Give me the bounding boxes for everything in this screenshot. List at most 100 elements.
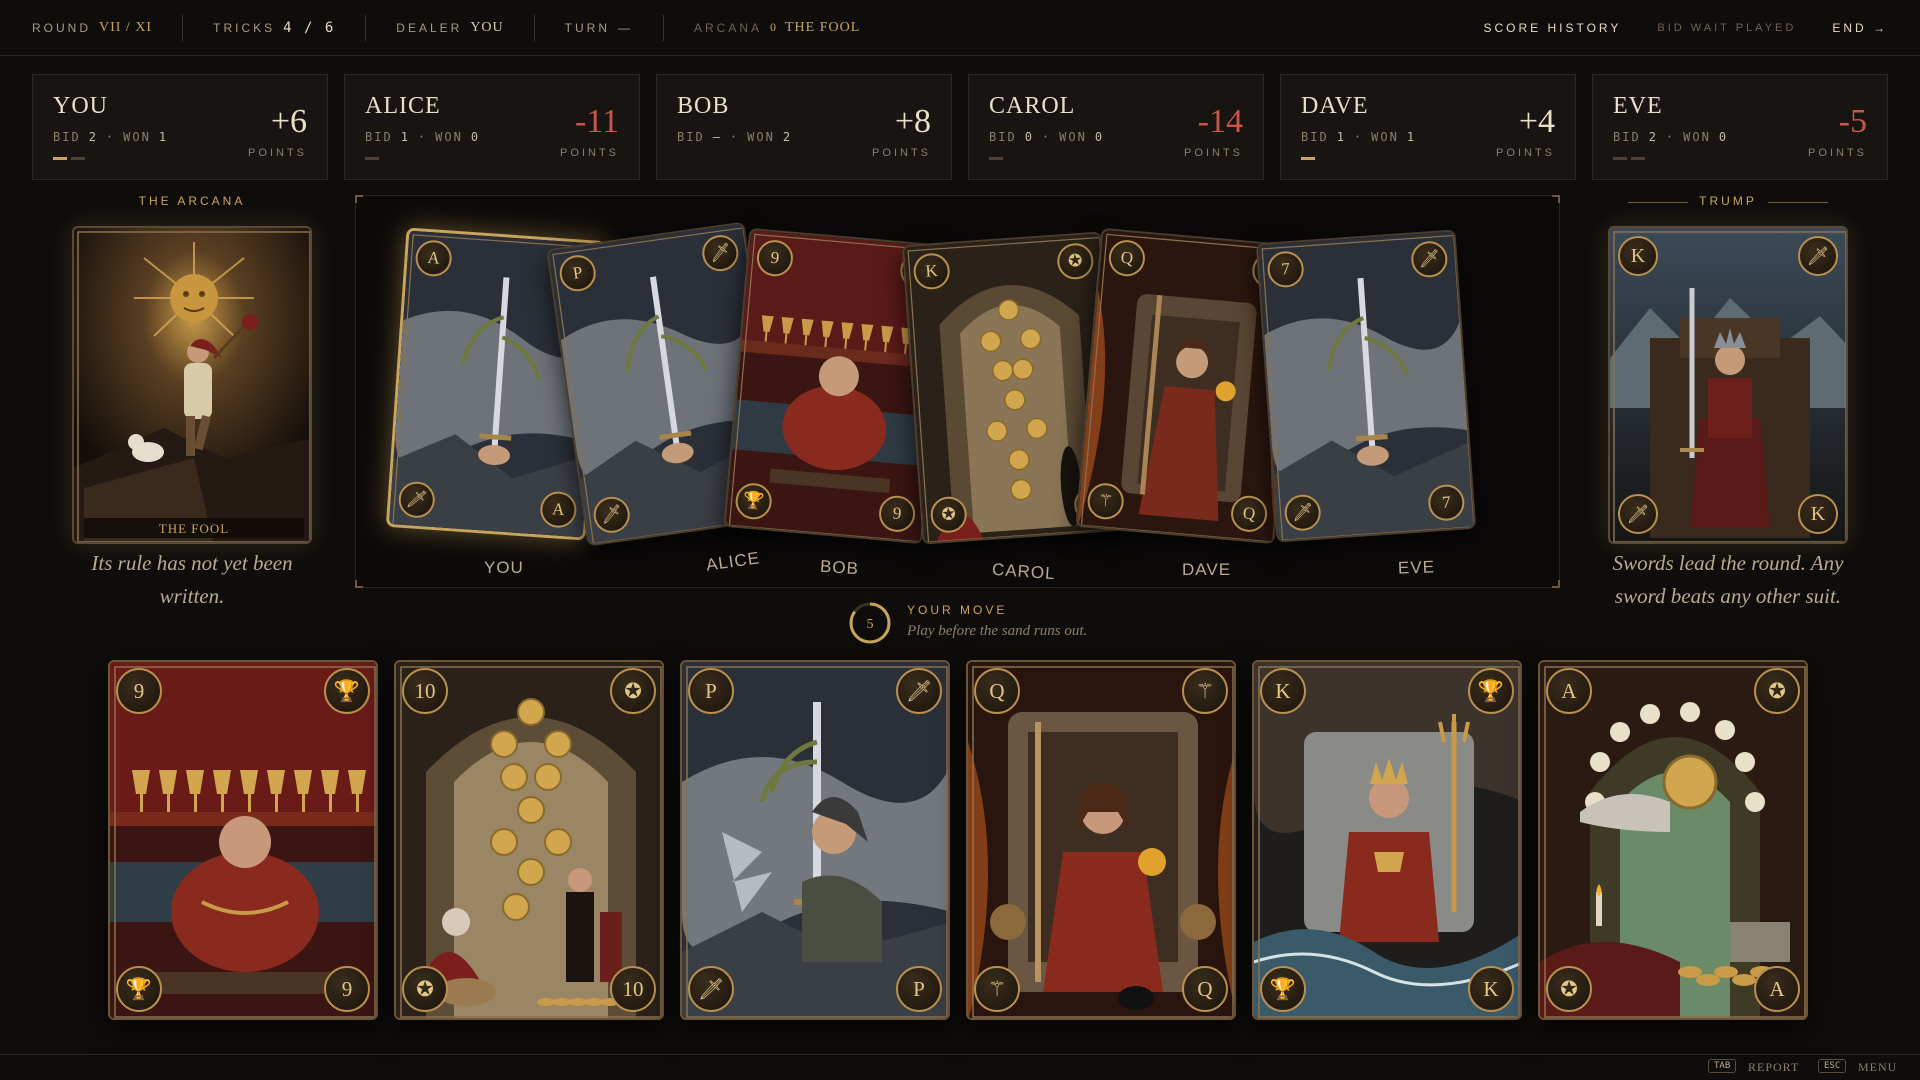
corner-ornament: [1552, 580, 1560, 588]
player-name: EVE: [1613, 93, 1663, 119]
bid-label: BID: [989, 130, 1017, 144]
tricks-indicator: TRICKS 4 / 6: [182, 14, 365, 41]
cup-icon: 🏆: [1260, 966, 1306, 1012]
player-stats: BID 1 · WON 1: [1301, 130, 1555, 144]
bid-progress: [1613, 157, 1645, 160]
bid-progress: [1301, 157, 1315, 160]
your-move-subtitle: Play before the sand runs out.: [907, 623, 1088, 639]
bid-value: —: [712, 130, 722, 144]
stat-separator: ·: [1041, 130, 1052, 144]
player-card: EVE BID 2 · WON 0 -5 POINTS: [1592, 74, 1888, 180]
wand-icon: ⚚: [974, 966, 1020, 1012]
player-stats: BID — · WON 2: [677, 130, 931, 144]
bid-pip: [365, 157, 379, 160]
hand-card[interactable]: A ✪ ✪ A: [1538, 660, 1808, 1020]
trump-rule-left: [1628, 202, 1688, 203]
queen-of-wands-illustration: [968, 662, 1234, 1018]
arcana-label: ARCANA: [693, 20, 762, 35]
bid-value: 1: [400, 130, 410, 144]
card-rank: 9: [324, 966, 370, 1012]
hourglass-timer: 5: [849, 602, 891, 644]
card-rank: 10: [610, 966, 656, 1012]
esc-key-hint[interactable]: ESC: [1818, 1059, 1847, 1073]
hand-card[interactable]: P 🗡 🗡 P: [680, 660, 950, 1020]
bid-progress: [365, 157, 379, 160]
card-rank: Q: [974, 668, 1020, 714]
played-by-label: BOB: [819, 556, 860, 579]
hand-card[interactable]: Q ⚚ ⚚ Q: [966, 660, 1236, 1020]
report-label[interactable]: REPORT: [1748, 1060, 1799, 1075]
stat-separator: ·: [1353, 130, 1364, 144]
phase-status: BID WAIT PLAYED: [1657, 21, 1797, 34]
end-button[interactable]: END →: [1832, 21, 1888, 35]
won-value: 0: [470, 130, 481, 144]
top-bar-actions: SCORE HISTORY BID WAIT PLAYED END →: [1483, 21, 1888, 35]
sword-icon: 🗡: [1798, 236, 1838, 276]
round-label: ROUND: [32, 20, 91, 35]
bid-progress: [53, 157, 85, 160]
arcana-caption: Its rule has not yet been written.: [91, 551, 293, 608]
sword-icon: 🗡: [688, 966, 734, 1012]
arcana-card-name: THE FOOL: [159, 521, 229, 536]
turn-indicator: TURN —: [533, 14, 663, 41]
trump-caption: Swords lead the round. Any sword beats a…: [1612, 551, 1844, 608]
player-score: -5: [1838, 103, 1867, 140]
card-rank: A: [1546, 668, 1592, 714]
hand-card[interactable]: K 🏆 🏆 K: [1252, 660, 1522, 1020]
player-score: +4: [1518, 103, 1555, 140]
bid-pip: [71, 157, 85, 160]
fool-illustration: THE FOOL: [74, 228, 310, 542]
arcana-number: 0: [770, 20, 777, 34]
corner-ornament: [1552, 195, 1560, 203]
points-label: POINTS: [560, 147, 619, 159]
points-label: POINTS: [1808, 147, 1867, 159]
cup-icon: 🏆: [1468, 668, 1514, 714]
your-move-title: YOUR MOVE: [907, 603, 1008, 617]
page-of-swords-illustration: [682, 662, 948, 1018]
cup-icon: 🏆: [116, 966, 162, 1012]
round-indicator: ROUND VII / XI: [32, 15, 182, 41]
won-value: 2: [782, 130, 793, 144]
hand-card[interactable]: 9 🏆 🏆 9: [108, 660, 378, 1020]
tricks-label: TRICKS: [213, 20, 276, 35]
points-label: POINTS: [248, 147, 307, 159]
round-value: VII / XI: [99, 19, 153, 35]
arcana-title: THE ARCANA: [138, 194, 246, 208]
bid-value: 2: [1648, 130, 1658, 144]
arcana-card[interactable]: THE FOOL: [72, 226, 312, 544]
played-by-label: DAVE: [1182, 560, 1232, 579]
bid-label: BID: [1613, 130, 1641, 144]
player-name: DAVE: [1301, 93, 1369, 119]
cup-icon: 🏆: [324, 668, 370, 714]
won-value: 0: [1094, 130, 1105, 144]
played-by-label: EVE: [1397, 557, 1436, 578]
arcana-name: THE FOOL: [785, 19, 861, 35]
won-value: 1: [158, 130, 169, 144]
timer-value: 5: [867, 617, 874, 632]
player-card: CAROL BID 0 · WON 0 -14 POINTS: [968, 74, 1264, 180]
trump-card[interactable]: K 🗡 🗡 K: [1608, 226, 1848, 544]
player-stats: BID 2 · WON 0: [1613, 130, 1867, 144]
player-card: ALICE BID 1 · WON 0 -11 POINTS: [344, 74, 640, 180]
bid-pip: [989, 157, 1003, 160]
player-card: DAVE BID 1 · WON 1 +4 POINTS: [1280, 74, 1576, 180]
played-by-label: YOU: [484, 558, 524, 577]
score-history-button[interactable]: SCORE HISTORY: [1483, 21, 1621, 35]
card-rank: P: [688, 668, 734, 714]
won-label: WON: [1059, 130, 1087, 144]
bid-pip: [1301, 157, 1315, 160]
menu-label[interactable]: MENU: [1858, 1060, 1897, 1075]
won-label: WON: [1371, 130, 1399, 144]
points-label: POINTS: [1496, 147, 1555, 159]
footer-bar: TAB REPORT ESC MENU: [0, 1054, 1920, 1080]
player-scoreboard: YOU BID 2 · WON 1 +6 POINTS ALICE BID 1 ·…: [32, 74, 1888, 180]
stat-separator: ·: [729, 130, 740, 144]
tab-key-hint[interactable]: TAB: [1708, 1059, 1737, 1073]
corner-ornament: [355, 195, 363, 203]
arcana-indicator: ARCANA 0 THE FOOL: [662, 14, 890, 41]
trick-area: A🗡🗡AYOU P🗡🗡PALICE 9🏆🏆9BOB: [355, 195, 1560, 588]
hand-card[interactable]: 10 ✪ ✪ 10: [394, 660, 664, 1020]
dealer-indicator: DEALER YOU: [365, 14, 533, 41]
bid-value: 0: [1024, 130, 1034, 144]
won-label: WON: [123, 130, 151, 144]
